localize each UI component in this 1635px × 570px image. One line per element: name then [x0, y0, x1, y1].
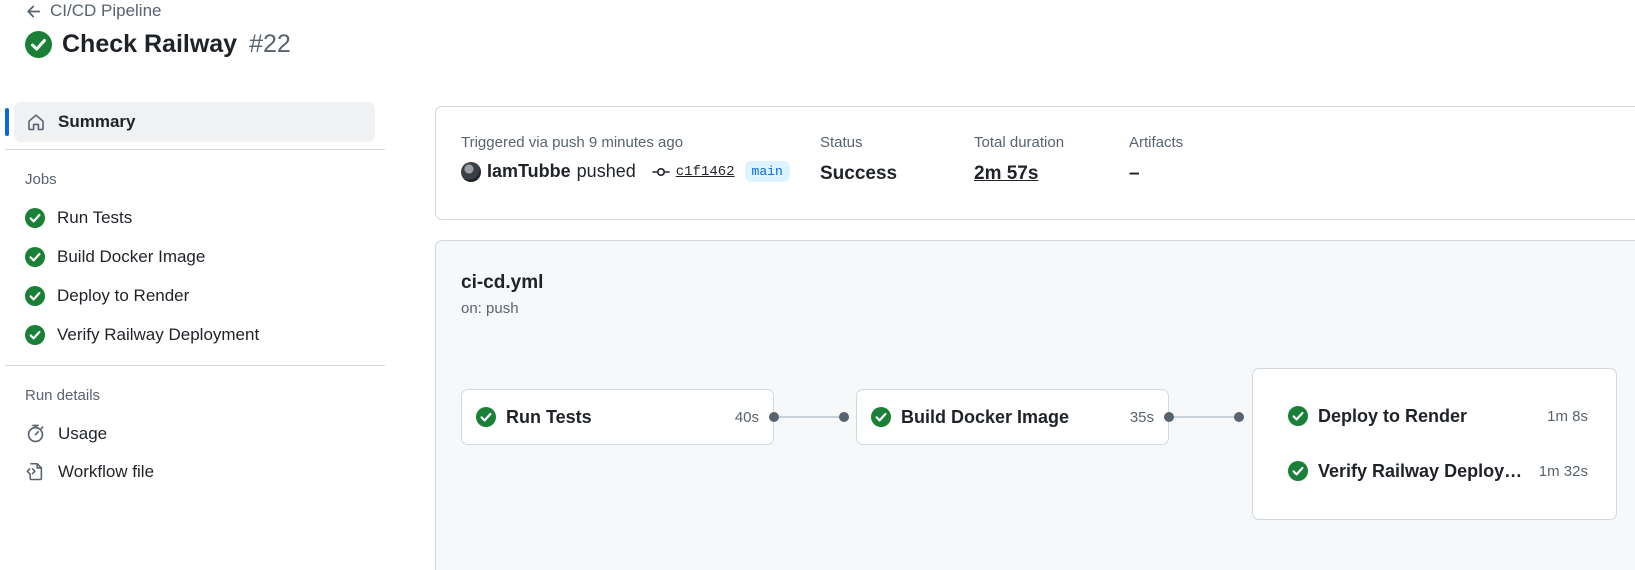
graph-job-build-docker-image[interactable]: Build Docker Image 35s [856, 389, 1169, 445]
connector-node [1234, 412, 1244, 422]
avatar[interactable] [461, 161, 481, 182]
sidebar-job-label: Run Tests [57, 208, 133, 227]
job-connector [774, 416, 844, 418]
sidebar-divider [5, 365, 385, 366]
job-duration: 35s [1129, 408, 1154, 426]
job-name: Build Docker Image [901, 406, 1070, 427]
file-code-icon [26, 462, 43, 481]
duration-value-link[interactable]: 2m 57s [974, 163, 1038, 185]
sidebar-job-verify-railway-deployment[interactable]: Verify Railway Deployment [25, 325, 259, 345]
check-circle-fill-icon [871, 407, 891, 427]
check-circle-fill-icon [25, 31, 52, 58]
sidebar-item-usage[interactable]: Usage [25, 423, 107, 444]
job-duration: 1m 32s [1538, 462, 1588, 480]
branch-badge[interactable]: main [744, 161, 790, 182]
check-circle-fill-icon [1288, 406, 1308, 426]
workflow-file-name: ci-cd.yml [461, 272, 544, 293]
status-value: Success [820, 163, 898, 184]
connector-node [1164, 412, 1174, 422]
workflow-graph: ci-cd.yml on: push Run Tests 40s Build D… [435, 240, 1635, 570]
job-name: Deploy to Render [1318, 405, 1468, 426]
run-number: #22 [249, 30, 291, 58]
sidebar-item-label: Usage [58, 423, 108, 443]
check-circle-fill-icon [25, 325, 45, 345]
graph-job-verify-railway-deployment[interactable]: Verify Railway Deploym... 1m 32s [1288, 451, 1588, 491]
commit-sha-link[interactable]: c1f1462 [676, 164, 735, 180]
connector-node [839, 412, 849, 422]
job-duration: 1m 8s [1547, 407, 1588, 425]
sidebar-job-label: Deploy to Render [57, 286, 190, 305]
status-label: Status [820, 134, 863, 151]
job-connector [1169, 416, 1239, 418]
trigger-label: Triggered via push 9 minutes ago [461, 134, 684, 151]
run-summary-card: Triggered via push 9 minutes ago IamTubb… [435, 106, 1635, 220]
check-circle-fill-icon [1288, 461, 1308, 481]
duration-label: Total duration [974, 134, 1065, 151]
trigger-info: IamTubbe pushed c1f1462 main [461, 161, 790, 182]
jobs-heading: Jobs [25, 171, 57, 188]
check-circle-fill-icon [25, 208, 45, 228]
sidebar-job-run-tests[interactable]: Run Tests [25, 208, 132, 228]
workflow-trigger: on: push [461, 300, 519, 317]
arrow-left-icon [27, 5, 41, 17]
check-circle-fill-icon [25, 286, 45, 306]
check-circle-fill-icon [25, 247, 45, 267]
page-title: Check Railway [62, 30, 238, 58]
back-to-workflow-link[interactable]: CI/CD Pipeline [25, 0, 162, 22]
sidebar-item-workflow-file[interactable]: Workflow file [25, 461, 154, 482]
graph-job-group: Deploy to Render 1m 8s Verify Railway De… [1252, 368, 1617, 520]
check-circle-fill-icon [476, 407, 496, 427]
job-name: Run Tests [506, 406, 592, 427]
sidebar-item-label: Summary [58, 112, 136, 131]
connector-node [769, 412, 779, 422]
sidebar-job-label: Build Docker Image [57, 247, 206, 266]
run-details-heading: Run details [25, 387, 101, 404]
artifacts-value: – [1129, 163, 1140, 184]
sidebar-item-summary[interactable]: Summary [5, 102, 375, 142]
sidebar-item-label: Workflow file [58, 461, 155, 481]
back-link-label: CI/CD Pipeline [50, 1, 162, 20]
git-commit-icon [651, 167, 670, 176]
sidebar-divider [5, 149, 385, 150]
stopwatch-icon [27, 424, 44, 443]
job-name: Verify Railway Deploym... [1318, 460, 1529, 481]
sidebar-job-label: Verify Railway Deployment [57, 325, 260, 344]
artifacts-label: Artifacts [1129, 134, 1184, 151]
trigger-action: pushed [576, 161, 636, 181]
graph-job-deploy-to-render[interactable]: Deploy to Render 1m 8s [1288, 396, 1588, 436]
job-duration: 40s [734, 408, 759, 426]
home-icon [28, 114, 44, 131]
sidebar-job-build-docker-image[interactable]: Build Docker Image [25, 247, 205, 267]
sidebar-job-deploy-to-render[interactable]: Deploy to Render [25, 286, 189, 306]
page-header: Check Railway #22 [25, 30, 291, 59]
graph-job-run-tests[interactable]: Run Tests 40s [461, 389, 774, 445]
actor-name[interactable]: IamTubbe [487, 161, 571, 182]
